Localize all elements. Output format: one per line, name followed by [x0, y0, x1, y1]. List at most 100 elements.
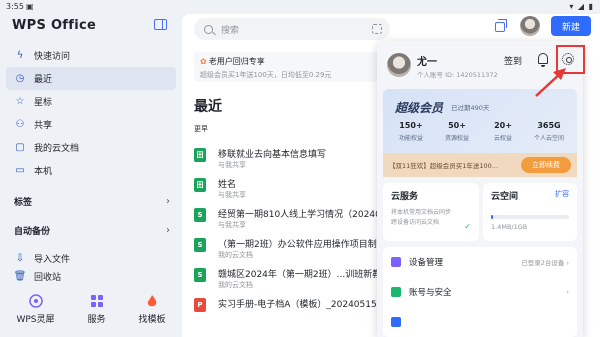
templates-button[interactable]: 找模板: [138, 294, 166, 334]
renew-button[interactable]: 立即续费: [521, 157, 571, 173]
file-list: 田 移联就业去向基本信息填写 与我共享 田 姓名 与我共享 S 经贸第一期810…: [194, 144, 411, 324]
user-avatar[interactable]: [520, 16, 540, 36]
import-icon: ⇩: [15, 253, 25, 264]
table-file-icon: 田: [194, 148, 206, 162]
bottom-label: 服务: [87, 315, 106, 325]
file-source: 与我共享: [218, 161, 246, 169]
vip-stat: 50+ 资源权益: [444, 121, 469, 142]
vip-stat: 20+ 云权益: [493, 121, 512, 142]
storage-progress: [491, 215, 569, 219]
sidebar-item-cloud-docs[interactable]: ▢ 我的云文档: [6, 136, 176, 159]
file-source: 我的云文档: [218, 281, 253, 289]
list-item[interactable]: S （第一期2班）办公软件应用操作项目制 我的云文档: [194, 234, 394, 264]
storage-usage: 1.4MB/1GB: [491, 223, 528, 231]
sidebar-item-device[interactable]: ▭ 本机: [6, 159, 176, 182]
table-file-icon: 田: [194, 178, 206, 192]
sidebar-item-label: 共享: [34, 121, 53, 131]
flash-icon: ϟ: [16, 50, 24, 61]
search-icon: [204, 24, 213, 34]
section-auto-backup[interactable]: 自动备份 ›: [6, 219, 176, 241]
file-name: （第一期2班）办公软件应用操作项目制: [218, 240, 377, 250]
file-name: 经贸第一期810人线上学习情况（20240: [218, 210, 381, 220]
menu-item-account-security[interactable]: 账号与安全 ›: [383, 277, 577, 307]
wps-lingxi-button[interactable]: WPS灵犀: [16, 294, 55, 334]
sidebar-item-label: 最近: [34, 75, 53, 85]
menu-item-more[interactable]: [383, 307, 577, 337]
cloud-doc-icon: ▢: [15, 142, 25, 153]
sidebar-collapse-icon[interactable]: [154, 19, 167, 30]
system-icons: ▾ ◢ ▮: [569, 2, 594, 11]
cloud-service-card[interactable]: 云服务 将本机常用文档云同步 跨设备访问云文档 ✓: [383, 183, 479, 241]
popup-avatar[interactable]: [387, 53, 411, 77]
file-source: 我的云文档: [218, 251, 253, 259]
pdf-file-icon: P: [194, 298, 206, 312]
sidebar-item-shared[interactable]: ⚇ 共享: [6, 113, 176, 136]
highlight-box: [556, 45, 585, 74]
sidebar-item-label: 星标: [34, 98, 53, 108]
sort-label[interactable]: 更早: [194, 124, 208, 134]
chevron-right-icon: ›: [166, 195, 170, 207]
expand-storage-link[interactable]: 扩容: [555, 189, 569, 199]
services-button[interactable]: 服务: [88, 294, 106, 334]
share-icon: ⚇: [15, 119, 25, 130]
gift-icon: ✿: [200, 57, 207, 66]
list-item[interactable]: S 经贸第一期810人线上学习情况（20240 与我共享: [194, 204, 394, 234]
cloud-space-card[interactable]: 云空间 扩容 1.4MB/1GB: [483, 183, 577, 241]
sidebar-item-quick-access[interactable]: ϟ 快速访问: [6, 44, 176, 67]
cloud-service-desc: 将本机常用文档云同步 跨设备访问云文档: [391, 209, 452, 226]
lingxi-icon: [28, 294, 43, 308]
sidebar-bottom-bar: WPS灵犀 服务 找模板: [0, 294, 182, 334]
promo-title: 老用户回归专享: [208, 57, 265, 66]
app-brand: WPS Office: [12, 18, 97, 33]
sidebar-item-recycle-bin[interactable]: 🗑 回收站: [6, 270, 176, 283]
page-title: 最近: [194, 99, 222, 115]
file-source: 与我共享: [218, 221, 246, 229]
menu-label: 设备管理: [409, 258, 444, 268]
vip-title: 超级会员: [395, 101, 444, 115]
file-name: 赣城区2024年（第一期2班）...训班新教: [218, 270, 382, 280]
bell-icon[interactable]: [538, 53, 548, 67]
multi-window-icon[interactable]: [495, 19, 507, 32]
promo-subtitle: 超级会员买1年送100天，日均低至0.29元: [200, 71, 332, 79]
chevron-right-icon: ›: [166, 224, 170, 236]
promo-banner[interactable]: ✿ 老用户回归专享 超级会员买1年送100天，日均低至0.29元: [194, 52, 384, 82]
account-id: 个人账号 ID: 1420511372: [417, 71, 498, 79]
sheet-file-icon: S: [194, 238, 206, 252]
vip-promo-bar: 【双11狂欢】超级会员买1年送100... 立即续费: [383, 153, 577, 177]
trash-icon: 🗑: [13, 270, 27, 282]
sidebar-item-label: 我的云文档: [34, 144, 80, 154]
sidebar: WPS Office ϟ 快速访问 ◷ 最近 ☆ 星标 ⚇ 共享 ▢ 我的云文档…: [0, 14, 182, 337]
search-placeholder: 搜索: [221, 25, 240, 36]
cloud-service-title: 云服务: [391, 192, 419, 202]
search-input[interactable]: 搜索: [194, 18, 390, 40]
sidebar-item-label: 本机: [34, 167, 53, 177]
list-item[interactable]: 田 移联就业去向基本信息填写 与我共享: [194, 144, 394, 174]
sidebar-nav: ϟ 快速访问 ◷ 最近 ☆ 星标 ⚇ 共享 ▢ 我的云文档 ▭ 本机: [6, 44, 176, 182]
sidebar-item-label: 快速访问: [34, 52, 71, 62]
device-icon: ▭: [15, 165, 25, 176]
chevron-right-icon: ›: [566, 288, 569, 296]
sidebar-item-starred[interactable]: ☆ 星标: [6, 90, 176, 113]
sign-in-button[interactable]: 签到: [504, 54, 522, 67]
sidebar-item-recent[interactable]: ◷ 最近: [6, 67, 176, 90]
flame-icon: [147, 295, 157, 307]
list-item[interactable]: P 实习手册-电子档A（模板）_20240515231018: [194, 294, 411, 324]
star-icon: ☆: [15, 96, 25, 107]
section-tags[interactable]: 标签 ›: [6, 190, 176, 212]
device-management-icon: [391, 257, 401, 267]
menu-item-device-management[interactable]: 设备管理 已登录2台设备 ›: [383, 247, 577, 277]
sidebar-item-import[interactable]: ⇩ 导入文件: [6, 247, 176, 270]
new-button[interactable]: 新建: [551, 16, 591, 36]
list-item[interactable]: S 赣城区2024年（第一期2班）...训班新教 我的云文档: [194, 264, 394, 294]
menu-label: 账号与安全: [409, 288, 452, 298]
vip-card[interactable]: 超级会员 已过期490天 150+ 功能权益 50+ 资源权益 20+ 云权益 365…: [383, 89, 577, 177]
account-popup: 尤一 个人账号 ID: 1420511372 签到 超级会员 已过期490天 1…: [377, 41, 583, 337]
vip-stat: 150+ 功能权益: [398, 121, 423, 142]
scan-icon[interactable]: [372, 24, 382, 34]
section-label: 自动备份: [14, 226, 51, 237]
grid-icon: [90, 295, 103, 307]
file-name: 移联就业去向基本信息填写: [218, 150, 327, 160]
list-item[interactable]: 田 姓名 与我共享: [194, 174, 394, 204]
sheet-file-icon: S: [194, 268, 206, 282]
menu-detail: 已登录2台设备 ›: [521, 259, 569, 267]
